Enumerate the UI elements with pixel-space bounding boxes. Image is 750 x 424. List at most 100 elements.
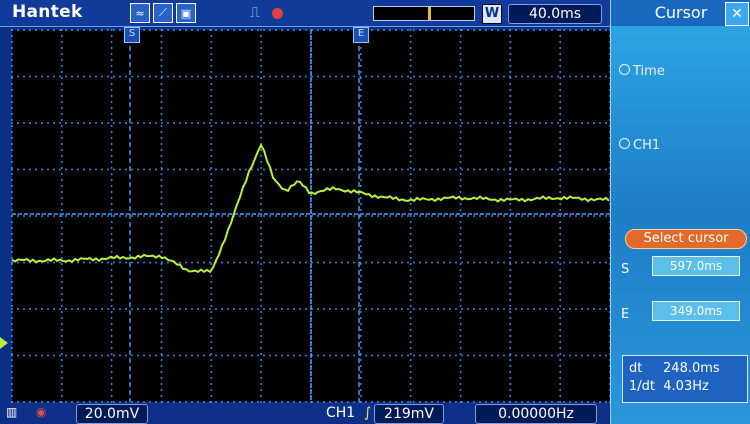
grid-dot (335, 75, 337, 78)
grid-dot (137, 308, 139, 310)
grid-dot (61, 251, 63, 253)
grid-dot (533, 215, 535, 217)
grid-dot (110, 353, 113, 355)
grid-dot (509, 239, 512, 241)
grid-dot (559, 383, 561, 385)
grid-dot (137, 261, 139, 264)
grid-dot (459, 149, 462, 151)
grid-dot (467, 168, 469, 171)
grid-dot (149, 75, 151, 78)
grid-dot (11, 257, 13, 259)
grid-dot (383, 168, 385, 171)
grid-dot (160, 83, 163, 85)
grid-dot (210, 299, 213, 301)
ramp-mode-icon[interactable]: ⟋ (153, 3, 173, 23)
grid-dot (545, 308, 547, 310)
cursor-e-value[interactable]: 349.0ms (652, 301, 740, 321)
save-mode-icon[interactable]: ▣ (176, 3, 196, 23)
grid-dot (47, 29, 49, 31)
grid-dot (61, 119, 63, 121)
grid-dot (149, 308, 151, 310)
grid-dot (509, 35, 512, 37)
grid-dot (275, 215, 277, 217)
grid-dot (593, 308, 595, 310)
grid-dot (509, 107, 512, 109)
grid-dot (509, 185, 512, 187)
grid-dot (459, 137, 462, 139)
grid-dot (437, 122, 439, 124)
grid-dot (281, 75, 283, 78)
grid-dot (459, 293, 462, 295)
grid-dot (29, 308, 31, 310)
grid-dot (401, 261, 403, 264)
grid-dot (47, 75, 49, 78)
cursor-e-marker[interactable]: E (353, 27, 369, 43)
grid-dot (257, 75, 259, 78)
grid-dot (101, 75, 103, 78)
grid-dot (437, 354, 439, 357)
select-cursor-button[interactable]: Select cursor (625, 229, 747, 249)
grid-dot (409, 347, 412, 349)
grid-dot (260, 83, 262, 85)
grid-dot (95, 29, 97, 31)
grid-dot (575, 122, 577, 124)
grid-dot (160, 245, 163, 247)
grid-dot (215, 354, 217, 357)
grid-dot (509, 251, 512, 253)
window-button[interactable]: W (482, 4, 502, 24)
grid-dot (260, 359, 262, 361)
grid-dot (233, 354, 235, 357)
grid-dot (353, 215, 355, 217)
grid-dot (559, 155, 561, 157)
grid-dot (497, 354, 499, 357)
grid-dot (61, 47, 63, 49)
close-icon[interactable]: ✕ (725, 2, 749, 26)
grid-dot (61, 395, 63, 397)
grid-dot (260, 335, 262, 337)
waveform-mode-icon[interactable]: ≈ (130, 3, 150, 23)
grid-dot (401, 168, 403, 171)
grid-dot (11, 261, 13, 264)
grid-dot (210, 65, 213, 67)
grid-dot (443, 354, 445, 357)
grid-dot (305, 215, 307, 217)
grid-dot (437, 215, 439, 217)
grid-dot (360, 383, 362, 385)
option-time[interactable]: Time (619, 64, 665, 79)
grid-dot (395, 168, 397, 171)
grid-dot (569, 261, 571, 264)
grid-dot (377, 215, 379, 217)
grid-dot (41, 354, 43, 357)
grid-dot (323, 354, 325, 357)
grid-dot (110, 323, 113, 325)
grid-dot (323, 261, 325, 264)
grid-dot (360, 95, 362, 97)
grid-dot (125, 168, 127, 171)
grid-dot (110, 83, 113, 85)
grid-dot (509, 261, 511, 264)
grid-dot (23, 168, 25, 171)
option-ch1[interactable]: CH1 (619, 138, 660, 153)
grid-dot (287, 75, 289, 78)
grid-dot (559, 137, 561, 139)
grid-dot (473, 168, 475, 171)
grid-dot (455, 354, 457, 357)
grid-dot (110, 143, 113, 145)
grid-dot (559, 299, 561, 301)
memory-position-bar[interactable] (373, 6, 475, 21)
grid-dot (459, 377, 462, 379)
grid-dot (389, 168, 391, 171)
grid-dot (497, 29, 499, 31)
grid-dot (275, 354, 277, 357)
grid-dot (360, 137, 362, 139)
grid-dot (257, 261, 259, 264)
cursor-s-value[interactable]: 597.0ms (652, 256, 740, 276)
grid-dot (47, 354, 49, 357)
grid-dot (11, 191, 13, 193)
cursor-s-marker[interactable]: S (124, 27, 140, 43)
top-status-bar: Hantek ≈ ⟋ ▣ ⎍ W 40.0ms (0, 0, 610, 27)
grid-dot (360, 101, 362, 103)
grid-dot (59, 261, 61, 264)
grid-dot (467, 308, 469, 310)
grid-dot (210, 173, 213, 175)
